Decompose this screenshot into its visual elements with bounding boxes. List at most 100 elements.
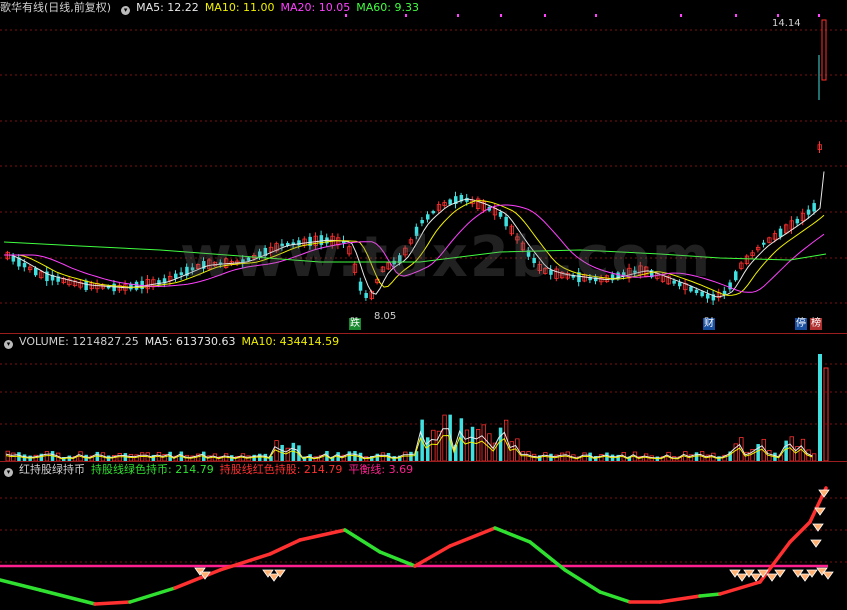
diamond-icon bbox=[736, 573, 748, 582]
indicator-segment bbox=[493, 526, 532, 544]
diamond-icon bbox=[268, 573, 280, 582]
volume-bar bbox=[509, 441, 514, 461]
indicator-segment bbox=[718, 580, 762, 596]
top-marker bbox=[544, 14, 546, 17]
indicator-segment bbox=[658, 594, 702, 604]
stock-name: 歌华有线(日线,前复权) bbox=[0, 1, 112, 14]
ma60-label: MA60: 9.33 bbox=[356, 1, 419, 14]
candle-body bbox=[174, 273, 178, 279]
volume-bar bbox=[431, 429, 436, 461]
volume-bar bbox=[823, 367, 829, 461]
indicator-segment bbox=[218, 552, 272, 572]
high-price-label: 14.14 bbox=[772, 18, 801, 29]
indicator-segment bbox=[128, 586, 177, 604]
volume-bar bbox=[818, 354, 822, 461]
volume-bar bbox=[520, 451, 526, 461]
indicator-segment bbox=[598, 590, 632, 604]
volume-bar bbox=[442, 414, 447, 461]
ma5-label: MA5: 12.22 bbox=[136, 1, 199, 14]
indicator-segment bbox=[93, 600, 132, 606]
candle-body bbox=[700, 291, 704, 297]
volume-ma10: MA10: 434414.59 bbox=[241, 335, 340, 348]
diamond-icon bbox=[799, 573, 811, 582]
candle-body bbox=[498, 211, 503, 217]
indicator-chart[interactable] bbox=[0, 462, 847, 610]
top-marker bbox=[777, 14, 779, 17]
candle-body bbox=[84, 280, 88, 291]
volume-bar bbox=[347, 451, 352, 461]
candle-body bbox=[426, 214, 430, 220]
indicator-segment bbox=[298, 528, 347, 542]
price-panel[interactable]: www.tdx2b.com 歌华有线(日线,前复权) ▾ MA5: 12.22 MA1… bbox=[0, 0, 847, 333]
indicator-segment bbox=[38, 588, 97, 606]
volume-bar bbox=[464, 429, 470, 461]
bang-tag: 榜 bbox=[810, 318, 822, 330]
candle-body bbox=[706, 294, 710, 299]
top-marker bbox=[500, 14, 502, 17]
indicator-title: 红持股绿持币 bbox=[19, 463, 85, 476]
diamond-icon bbox=[822, 571, 834, 580]
candle-body bbox=[806, 209, 811, 215]
indicator-header: ▾ 红持股绿持币 持股线绿色持币: 214.79 持股线红色持股: 214.79 平衡线… bbox=[0, 462, 419, 478]
volume-bar bbox=[784, 440, 788, 461]
watermark: www.tdx2b.com bbox=[180, 225, 713, 290]
indicator-segment bbox=[698, 592, 722, 598]
candle-body bbox=[778, 228, 783, 237]
die-tag: 跌 bbox=[349, 318, 361, 330]
dropdown-icon[interactable]: ▾ bbox=[121, 6, 131, 15]
red-line-label: 持股线红色持股: 214.79 bbox=[219, 463, 343, 476]
top-marker bbox=[735, 14, 737, 17]
candle-body bbox=[22, 263, 27, 268]
volume-bar bbox=[475, 429, 481, 461]
candle-body bbox=[448, 199, 452, 205]
candle-body bbox=[694, 289, 699, 294]
volume-bar bbox=[44, 451, 50, 461]
candle-body bbox=[812, 203, 816, 212]
indicator-panel[interactable]: ▾ 红持股绿持币 持股线绿色持币: 214.79 持股线红色持股: 214.79 平衡线… bbox=[0, 462, 847, 610]
top-marker bbox=[595, 14, 597, 17]
dropdown-icon[interactable]: ▾ bbox=[4, 468, 13, 477]
indicator-segment bbox=[0, 578, 42, 592]
indicator-segment bbox=[268, 538, 302, 556]
green-line-label: 持股线绿色持币: 214.79 bbox=[91, 463, 214, 476]
diamond-icon bbox=[810, 539, 822, 548]
volume-bar bbox=[426, 437, 430, 461]
cai-tag: 财 bbox=[703, 318, 715, 330]
top-marker bbox=[818, 14, 820, 17]
ma10-label: MA10: 11.00 bbox=[204, 1, 275, 14]
candle-body bbox=[431, 211, 436, 214]
volume-value: VOLUME: 1214827.25 bbox=[19, 335, 139, 348]
indicator-segment bbox=[413, 544, 452, 568]
price-header: 歌华有线(日线,前复权) ▾ MA5: 12.22 MA10: 11.00 MA20: … bbox=[0, 0, 425, 16]
ting-tag: 停 bbox=[795, 318, 807, 330]
indicator-segment bbox=[563, 568, 602, 594]
candle-body bbox=[364, 293, 368, 298]
indicator-segment bbox=[788, 520, 812, 544]
indicator-segment bbox=[173, 568, 222, 590]
volume-bar bbox=[756, 444, 760, 461]
ma20-label: MA20: 10.05 bbox=[280, 1, 351, 14]
candle-body bbox=[34, 267, 38, 276]
top-marker bbox=[457, 14, 459, 17]
candle-body bbox=[134, 281, 139, 290]
diamond-icon bbox=[766, 573, 778, 582]
low-price-label: 8.05 bbox=[374, 311, 397, 322]
indicator-segment bbox=[343, 528, 382, 554]
volume-chart[interactable] bbox=[0, 334, 847, 461]
candle-body bbox=[734, 271, 738, 281]
volume-panel[interactable]: ▾ VOLUME: 1214827.25 MA5: 613730.63 MA10: 4… bbox=[0, 334, 847, 461]
volume-bar bbox=[812, 453, 817, 461]
volume-bar bbox=[498, 427, 503, 461]
candle-body bbox=[821, 19, 827, 81]
indicator-segment bbox=[448, 526, 497, 548]
top-marker bbox=[680, 14, 682, 17]
candle-body bbox=[795, 218, 800, 224]
volume-ma5: MA5: 613730.63 bbox=[144, 335, 236, 348]
volume-bar bbox=[470, 426, 475, 461]
candle-body bbox=[762, 242, 766, 245]
balance-line-label: 平衡线: 3.69 bbox=[348, 463, 414, 476]
volume-header: ▾ VOLUME: 1214827.25 MA5: 613730.63 MA10: 4… bbox=[0, 334, 345, 350]
candle-body bbox=[420, 220, 424, 224]
indicator-segment bbox=[378, 550, 417, 568]
dropdown-icon[interactable]: ▾ bbox=[4, 340, 13, 349]
